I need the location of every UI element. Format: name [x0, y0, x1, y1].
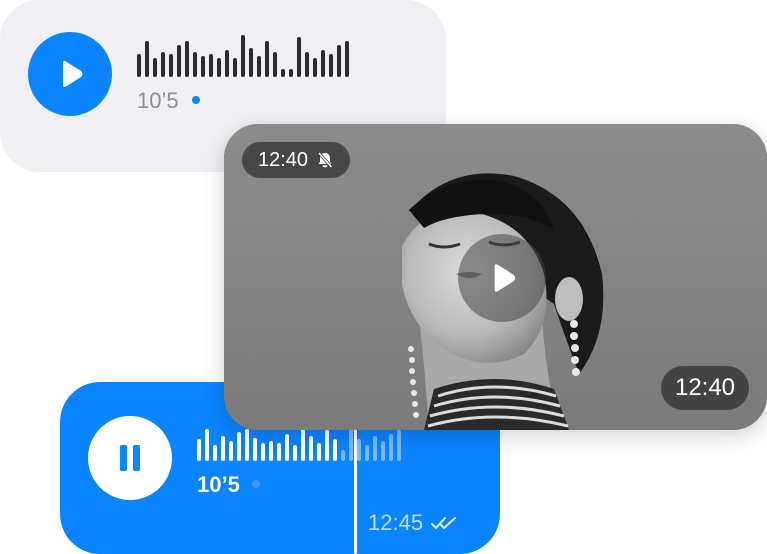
- waveform[interactable]: [197, 425, 437, 461]
- waveform-bar: [185, 41, 189, 77]
- video-message[interactable]: 12:40 12:40: [224, 124, 767, 430]
- waveform-bar: [289, 69, 293, 77]
- waveform-bar: [257, 56, 261, 77]
- waveform-bar: [293, 445, 297, 461]
- double-check-icon: [431, 517, 457, 530]
- waveform-bar: [301, 425, 305, 461]
- waveform-bar: [313, 58, 317, 77]
- video-play-button[interactable]: [458, 234, 546, 322]
- waveform-bar: [357, 439, 361, 461]
- waveform-bar: [237, 432, 241, 461]
- waveform-bar: [261, 443, 265, 461]
- waveform-bar: [193, 52, 197, 77]
- waveform-bar: [333, 439, 337, 461]
- waveform-bar: [317, 443, 321, 461]
- pause-button[interactable]: [88, 416, 172, 500]
- waveform-bar: [269, 441, 273, 461]
- waveform-bar: [197, 439, 201, 461]
- waveform-bar: [397, 430, 401, 461]
- waveform-bar: [217, 58, 221, 77]
- waveform-bar: [345, 41, 349, 77]
- timestamp-pill: 12:40: [242, 142, 350, 178]
- waveform-bar: [205, 429, 209, 461]
- waveform-bar: [213, 445, 217, 461]
- waveform-bar: [229, 441, 233, 461]
- time-label: 12:45: [368, 510, 424, 535]
- waveform[interactable]: [137, 35, 377, 77]
- waveform-bar: [285, 434, 289, 461]
- unread-dot: [252, 480, 260, 488]
- waveform-bar: [349, 427, 353, 461]
- duration-label: 10’5: [137, 88, 179, 113]
- waveform-bar: [177, 45, 181, 77]
- waveform-bar: [305, 52, 309, 77]
- waveform-bar: [233, 58, 237, 77]
- waveform-bar: [137, 54, 141, 77]
- waveform-bar: [297, 37, 301, 77]
- waveform-bar: [277, 443, 281, 461]
- message-time: 12:45: [368, 510, 457, 536]
- waveform-bar: [281, 69, 285, 77]
- play-icon: [494, 264, 516, 292]
- waveform-bar: [273, 52, 277, 77]
- duration-label: 10’5: [197, 472, 240, 497]
- waveform-bar: [169, 54, 173, 77]
- waveform-bar: [161, 52, 165, 77]
- waveform-bar: [145, 41, 149, 77]
- waveform-bar: [221, 436, 225, 461]
- unread-dot: [192, 96, 200, 104]
- waveform-bar: [341, 450, 345, 461]
- waveform-bar: [381, 441, 385, 461]
- waveform-bar: [265, 41, 269, 77]
- waveform-bar: [337, 45, 341, 77]
- waveform-bar: [253, 438, 257, 461]
- waveform-bar: [389, 434, 393, 461]
- video-time-pill: 12:40: [661, 366, 749, 410]
- waveform-bar: [245, 429, 249, 461]
- waveform-bar: [373, 436, 377, 461]
- playback-scrubber[interactable]: [354, 422, 357, 554]
- video-time-label: 12:40: [674, 374, 736, 401]
- waveform-bar: [309, 436, 313, 461]
- bell-off-icon: [317, 152, 333, 168]
- waveform-bar: [325, 430, 329, 461]
- play-icon: [63, 61, 83, 87]
- waveform-bar: [225, 50, 229, 77]
- waveform-bar: [153, 58, 157, 77]
- waveform-bar: [365, 445, 369, 461]
- waveform-bar: [241, 35, 245, 77]
- waveform-bar: [201, 56, 205, 77]
- waveform-bar: [249, 48, 253, 77]
- play-button[interactable]: [28, 32, 112, 116]
- waveform-bar: [321, 50, 325, 77]
- waveform-bar: [209, 54, 213, 77]
- pause-icon: [120, 445, 140, 471]
- waveform-bar: [329, 54, 333, 77]
- timestamp-label: 12:40: [257, 148, 309, 171]
